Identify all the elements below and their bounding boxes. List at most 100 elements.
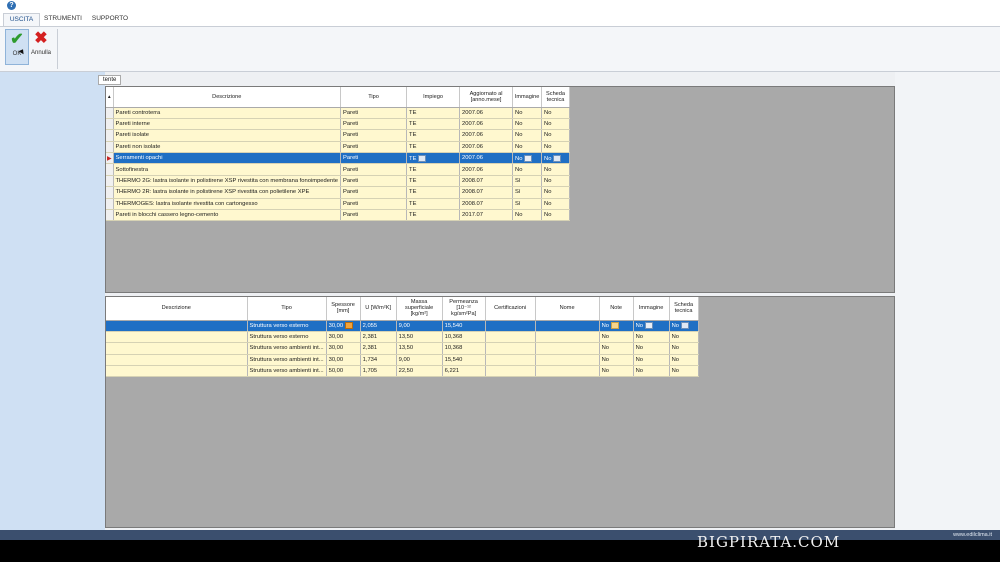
- cell-descrizione[interactable]: Serramenti opachi: [113, 152, 342, 165]
- header-impiego[interactable]: Impiego: [406, 87, 461, 108]
- table-row[interactable]: Sottofinestra Pareti TE 2007.06 No No: [106, 163, 571, 176]
- cell-immagine[interactable]: No: [633, 365, 670, 378]
- header-nome[interactable]: Nome: [535, 297, 600, 321]
- cell-massa[interactable]: 13,50: [396, 331, 443, 344]
- cell-nome[interactable]: [535, 354, 600, 367]
- cell-note[interactable]: No: [599, 331, 634, 344]
- cell-immagine[interactable]: Sì: [512, 186, 543, 199]
- header-permeanza[interactable]: Permeanza [10⁻¹² kg/sm²Pa]: [442, 297, 486, 321]
- cell-note[interactable]: No: [599, 320, 634, 332]
- cell-tipo[interactable]: Pareti: [340, 209, 408, 222]
- cell-tipo[interactable]: Pareti: [340, 175, 408, 188]
- cell-permeanza[interactable]: 15,540: [442, 320, 486, 332]
- cell-note[interactable]: No: [599, 365, 634, 378]
- cell-u[interactable]: 1,705: [360, 365, 397, 378]
- cell-immagine[interactable]: No: [633, 331, 670, 344]
- cell-descrizione[interactable]: Pareti isolate: [113, 129, 342, 142]
- cell-certificazioni[interactable]: [485, 331, 536, 344]
- cell-impiego[interactable]: TE: [406, 152, 461, 165]
- cell-massa[interactable]: 13,50: [396, 342, 443, 355]
- cell-aggiornato[interactable]: 2008.07: [459, 186, 514, 199]
- cell-certificazioni[interactable]: [485, 365, 536, 378]
- cell-descrizione[interactable]: [106, 331, 248, 344]
- cell-scheda[interactable]: No: [669, 320, 699, 332]
- cell-immagine[interactable]: No: [512, 163, 543, 176]
- cell-aggiornato[interactable]: 2007.06: [459, 129, 514, 142]
- cell-aggiornato[interactable]: 2007.06: [459, 118, 514, 131]
- cell-immagine[interactable]: Sì: [512, 198, 543, 211]
- cell-tipo[interactable]: Pareti: [340, 129, 408, 142]
- header-scheda[interactable]: Scheda tecnica: [669, 297, 699, 321]
- header-certificazioni[interactable]: Certificazioni: [485, 297, 536, 321]
- cell-impiego[interactable]: TE: [406, 175, 461, 188]
- cell-permeanza[interactable]: 10,368: [442, 342, 486, 355]
- table-row[interactable]: THERMO 2R: lastra isolante in polistiren…: [106, 186, 571, 199]
- cell-tipo[interactable]: Struttura verso ambienti int...: [247, 354, 327, 367]
- cell-descrizione[interactable]: [106, 342, 248, 355]
- table-row[interactable]: Pareti non isolate Pareti TE 2007.06 No No: [106, 141, 571, 154]
- cell-scheda[interactable]: No: [541, 141, 571, 154]
- cell-tipo[interactable]: Pareti: [340, 152, 408, 165]
- cell-immagine[interactable]: No: [512, 107, 543, 119]
- note-icon[interactable]: [611, 322, 620, 330]
- help-icon[interactable]: ?: [7, 1, 16, 10]
- header-spessore[interactable]: Spessore [mm]: [326, 297, 361, 321]
- cell-scheda[interactable]: No: [669, 331, 699, 344]
- camera-icon[interactable]: [645, 322, 654, 330]
- cell-scheda[interactable]: No: [541, 209, 571, 222]
- cell-descrizione[interactable]: Pareti non isolate: [113, 141, 342, 154]
- subtab-tente[interactable]: tente: [98, 75, 122, 85]
- cell-descrizione[interactable]: Pareti in blocchi cassero legno-cemento: [113, 209, 342, 222]
- cell-descrizione[interactable]: THERMO 2R: lastra isolante in polistiren…: [113, 186, 342, 199]
- cell-impiego[interactable]: TE: [406, 118, 461, 131]
- table-row[interactable]: Struttura verso ambienti int... 50,00 1,70…: [106, 365, 699, 378]
- cell-impiego[interactable]: TE: [406, 186, 461, 199]
- cell-aggiornato[interactable]: 2007.06: [459, 152, 514, 165]
- cell-impiego[interactable]: TE: [406, 141, 461, 154]
- table-row[interactable]: Struttura verso ambienti int... 30,00 2,38…: [106, 342, 699, 355]
- table-row[interactable]: Struttura verso esterno 30,00 2,381 13,50 10…: [106, 331, 699, 344]
- cell-immagine[interactable]: No: [512, 129, 543, 142]
- cell-scheda[interactable]: No: [541, 129, 571, 142]
- table-row[interactable]: Pareti isolate Pareti TE 2007.06 No No: [106, 129, 571, 142]
- header-u[interactable]: U [W/m²K]: [360, 297, 397, 321]
- cell-permeanza[interactable]: 15,540: [442, 354, 486, 367]
- cell-immagine[interactable]: No: [633, 354, 670, 367]
- cancel-button[interactable]: ✖ Annulla: [29, 29, 53, 65]
- cell-u[interactable]: 1,734: [360, 354, 397, 367]
- cell-immagine[interactable]: No: [633, 320, 670, 332]
- cell-tipo[interactable]: Struttura verso ambienti int...: [247, 365, 327, 378]
- header-tipo[interactable]: Tipo: [247, 297, 327, 321]
- cell-tipo[interactable]: Pareti: [340, 186, 408, 199]
- table-row[interactable]: Pareti in blocchi cassero legno-cemento P…: [106, 209, 571, 222]
- cell-massa[interactable]: 9,00: [396, 320, 443, 332]
- cell-scheda[interactable]: No: [541, 198, 571, 211]
- cell-aggiornato[interactable]: 2017.07: [459, 209, 514, 222]
- table-row[interactable]: Struttura verso esterno 30,00 2,055 9,00 15,…: [106, 320, 699, 332]
- cell-descrizione[interactable]: Pareti interne: [113, 118, 342, 131]
- cell-tipo[interactable]: Struttura verso esterno: [247, 331, 327, 344]
- header-tipo[interactable]: Tipo: [340, 87, 408, 108]
- document-icon[interactable]: [553, 154, 562, 162]
- cell-nome[interactable]: [535, 331, 600, 344]
- cell-nome[interactable]: [535, 365, 600, 378]
- cell-scheda[interactable]: No: [541, 152, 571, 165]
- cell-certificazioni[interactable]: [485, 320, 536, 332]
- cell-note[interactable]: No: [599, 354, 634, 367]
- cell-nome[interactable]: [535, 342, 600, 355]
- cell-immagine[interactable]: No: [512, 152, 543, 165]
- cell-descrizione[interactable]: THERMO 2G: lastra isolante in polistiren…: [113, 175, 342, 188]
- header-massa[interactable]: Massa superficiale [kg/m²]: [396, 297, 443, 321]
- table-row[interactable]: Struttura verso ambienti int... 30,00 1,73…: [106, 354, 699, 367]
- table-row[interactable]: Pareti interne Pareti TE 2007.06 No No: [106, 118, 571, 131]
- cell-impiego[interactable]: TE: [406, 129, 461, 142]
- cell-aggiornato[interactable]: 2007.06: [459, 107, 514, 119]
- header-descrizione[interactable]: Descrizione: [106, 297, 248, 321]
- list-picker-icon[interactable]: [418, 154, 427, 162]
- header-aggiornato[interactable]: Aggiornato al [anno.mese]: [459, 87, 514, 108]
- cell-spessore[interactable]: 30,00: [326, 354, 361, 367]
- cell-descrizione[interactable]: [106, 320, 248, 332]
- cell-scheda[interactable]: No: [541, 186, 571, 199]
- header-scheda[interactable]: Scheda tecnica: [541, 87, 571, 108]
- cell-u[interactable]: 2,381: [360, 331, 397, 344]
